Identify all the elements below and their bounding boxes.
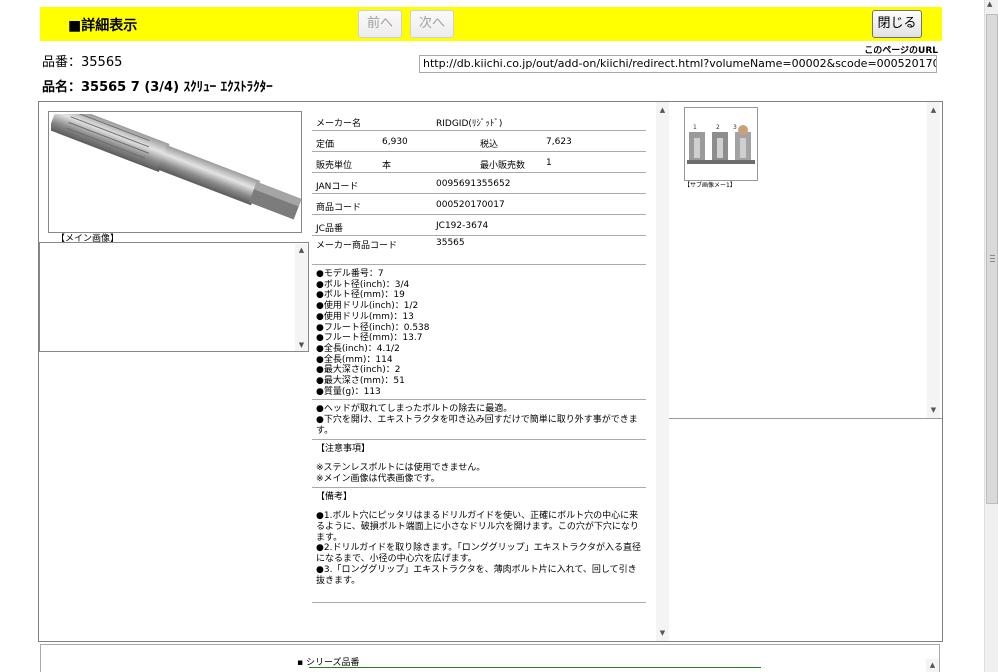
note-line: ●3.「ロンググリップ」エキストラクタを、薄肉ボルト片に入れて、回して引き抜きま… [316,564,637,586]
spec-row-code: 商品コード 000520170017 [312,194,646,215]
spec-table: メーカー名 RIDGID(ﾘｼﾞｯﾄﾞ) 定価 6,930 税込 7,623 販… [312,110,646,603]
window-scroll-thumb[interactable] [986,14,998,504]
code-label: 商品コード [316,203,362,213]
page-url-field[interactable]: http://db.kiichi.co.jp/out/add-on/kiichi… [419,55,937,73]
feature-item: ●全長(inch)：4.1/2 [316,343,400,354]
divider [669,418,942,419]
scroll-down-icon[interactable]: ▼ [927,404,940,416]
price-label: 定価 [316,140,335,150]
main-product-image [51,114,301,220]
next-button[interactable]: 次へ [410,10,454,38]
min-value: 1 [546,158,552,168]
feature-item: ●使用ドリル(inch)：1/2 [316,301,419,312]
caution-block: 【注意事項】 ※ステンレスボルトには使用できません。 ※メイン画像は代表画像です… [312,440,646,488]
min-label: 最小販売数 [480,161,526,171]
scroll-up-icon[interactable]: ▲ [656,104,669,116]
feature-item: ●最大深さ(inch)：2 [316,365,401,376]
part-name: 品名：35565 7 (3/4) ｽｸﾘｭｰ ｴｸｽﾄﾗｸﾀｰ [42,80,273,95]
scroll-down-icon[interactable]: ▼ [295,339,308,351]
feature-item: ●質量(g)：113 [316,386,381,397]
maker-value: RIDGID(ﾘｼﾞｯﾄﾞ) [436,119,503,129]
jc-value: JC192-3674 [436,221,489,231]
jan-label: JANコード [316,182,359,192]
unit-value: 本 [382,161,392,171]
description-line: ●ヘッドが取れてしまったボルトの除去に最適。 [316,404,513,415]
maker-code-value: 35565 [436,238,465,248]
detail-scrollbar[interactable]: ▲ ▼ [656,102,669,641]
feature-item: ●全長(mm)：114 [316,354,393,365]
unit-label: 販売単位 [316,161,353,171]
scroll-down-icon[interactable]: ▼ [656,627,669,639]
tax-value: 7,623 [546,137,572,147]
feature-item: ●フルート径(inch)：0.538 [316,322,430,333]
features-list: ●モデル番号：7 ●ボルト径(inch)：3/4 ●ボルト径(mm)：19 ●使… [312,265,646,401]
spec-row-price: 定価 6,930 税込 7,623 [312,131,646,152]
series-scrollbar[interactable]: ▲ [926,659,939,672]
sub-image-caption: 【サブ画像メー1】 [684,182,736,189]
series-panel: ▪ シリーズ品番 ▲ [40,644,940,672]
feature-item: ●ボルト径(inch)：3/4 [316,279,410,290]
caution-line: ※ステンレスボルトには使用できません。 [316,463,486,474]
svg-text:2: 2 [716,124,720,131]
scroll-up-icon[interactable]: ▲ [987,0,992,8]
spec-row-jc: JC品番 JC192-3674 [312,215,646,236]
detail-panel: 【メイン画像】 ▲ ▼ メーカー名 RIDGID(ﾘｼﾞｯﾄﾞ) 定価 6,93… [38,101,943,642]
sub-list-scrollbar[interactable]: ▲ ▼ [295,244,308,351]
page-title: ■詳細表示 [68,18,138,34]
header-bar: ■詳細表示 前へ 次へ 閉じる [40,7,942,41]
note-line: ●1.ボルト穴にピッタリはまるドリルガイドを使い、正確にボルト穴の中心に来るよう… [316,511,639,543]
jan-value: 0095691355652 [436,179,511,189]
tax-label: 税込 [480,140,499,150]
series-table [309,667,761,672]
main-image-frame: 【メイン画像】 [48,111,302,244]
description-line: ●下穴を開け、エキストラクタを叩き込み回すだけで簡単に取り外す事ができます。 [316,415,638,436]
scroll-up-icon[interactable]: ▲ [295,244,308,256]
scroll-up-icon[interactable]: ▲ [926,659,939,671]
spec-row-unit: 販売単位 本 最小販売数 1 [312,152,646,173]
note-line: ●2.ドリルガイドを取り除きます。「ロンググリップ」エキストラクタが入る直径にな… [316,543,641,565]
spec-row-jan: JANコード 0095691355652 [312,173,646,194]
feature-item: ●モデル番号：7 [316,269,384,279]
close-button[interactable]: 閉じる [872,10,922,38]
notes-block: 【備考】 ●1.ボルト穴にピッタリはまるドリルガイドを使い、正確にボルト穴の中心… [312,488,646,603]
maker-code-label: メーカー商品コード [316,241,398,251]
window-scrollbar[interactable]: ▲ [984,0,998,672]
sub-image-list[interactable]: ▲ ▼ [39,242,309,352]
maker-label: メーカー名 [316,119,362,129]
price-value: 6,930 [382,137,408,147]
svg-text:3: 3 [733,124,737,131]
scroll-up-icon[interactable]: ▲ [927,104,940,116]
spec-row-maker-code: メーカー商品コード 35565 [312,236,646,265]
svg-text:1: 1 [693,124,697,131]
caution-heading: 【注意事項】 [316,443,371,454]
spec-row-maker: メーカー名 RIDGID(ﾘｼﾞｯﾄﾞ) [312,110,646,131]
part-number: 品番：35565 [42,55,123,70]
notes-heading: 【備考】 [316,491,353,502]
feature-item: ●フルート径(mm)：13.7 [316,333,423,344]
sub-image-scrollbar[interactable]: ▲ ▼ [927,102,940,418]
description-block: ●ヘッドが取れてしまったボルトの除去に最適。 ●下穴を開け、エキストラクタを叩き… [312,400,646,440]
feature-item: ●ボルト径(mm)：19 [316,290,405,301]
prev-button[interactable]: 前へ [358,10,402,38]
jc-label: JC品番 [316,224,343,234]
caution-line: ※メイン画像は代表画像です。 [316,473,440,484]
feature-item: ●最大深さ(mm)：51 [316,376,405,387]
sub-image-graphic: 1 2 3 [685,108,757,180]
sub-image-thumbnail[interactable]: 1 2 3 [684,107,758,181]
code-value: 000520170017 [436,200,505,210]
feature-item: ●使用ドリル(mm)：13 [316,311,414,322]
